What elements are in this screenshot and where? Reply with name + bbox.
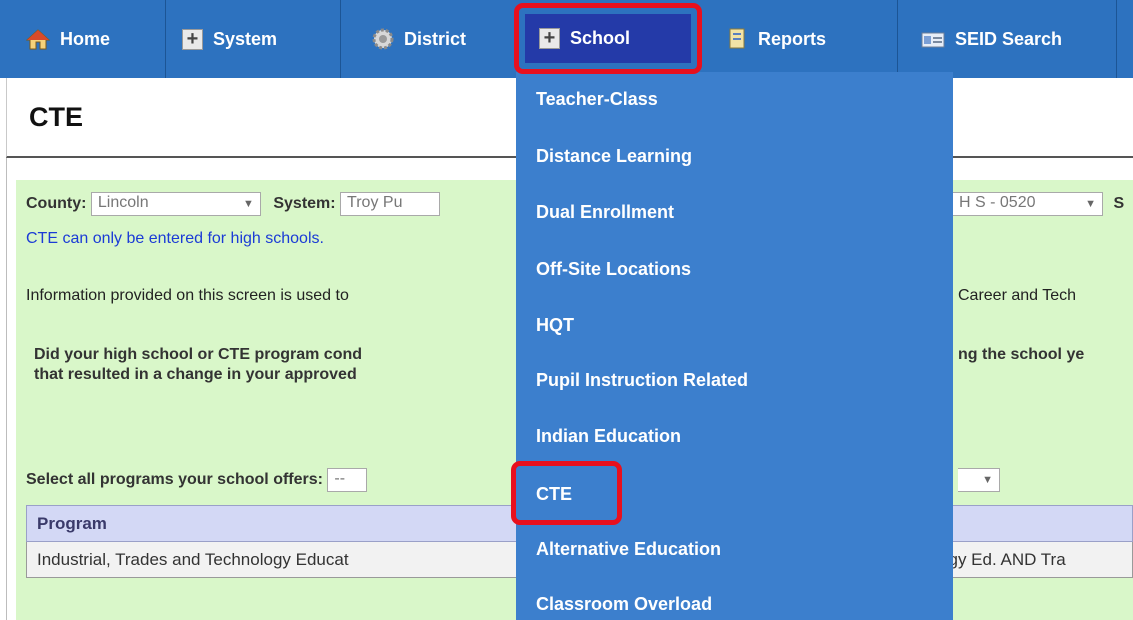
programs-select-tail[interactable]: ▼ [958, 468, 1000, 492]
nav-school-label: School [570, 28, 631, 48]
info-text-right: Career and Tech [958, 287, 1076, 304]
menu-item-pupil-instruction-related[interactable]: Pupil Instruction Related [536, 370, 748, 391]
trailing-label: S [1113, 195, 1125, 213]
home-icon [26, 28, 50, 50]
nav-home[interactable]: Home [26, 0, 110, 78]
county-value: Lincoln [97, 194, 149, 211]
menu-item-teacher-class[interactable]: Teacher-Class [536, 89, 658, 110]
system-value: Troy Pu [347, 194, 403, 211]
nav-school[interactable]: + School [525, 14, 691, 63]
programs-row: Select all programs your school offers: … [26, 468, 368, 492]
school-highlight-box: + School [514, 3, 702, 74]
programs-select-right[interactable]: ▼ [958, 468, 1000, 492]
question-text: Did your high school or CTE program cond [34, 346, 363, 363]
nav-system[interactable]: + System [182, 0, 277, 78]
page-title: CTE [29, 102, 83, 132]
menu-item-off-site-locations[interactable]: Off-Site Locations [536, 259, 691, 280]
left-border [6, 158, 7, 620]
school-select[interactable]: H S - 0520 ▼ [953, 192, 1103, 216]
document-icon [728, 28, 748, 50]
plus-box-icon: + [539, 28, 560, 49]
plus-box-icon: + [182, 28, 203, 50]
high-school-note: CTE can only be entered for high schools… [26, 230, 324, 247]
menu-item-alternative-education[interactable]: Alternative Education [536, 539, 721, 560]
menu-item-dual-enrollment[interactable]: Dual Enrollment [536, 202, 674, 223]
question-text-right: ng the school ye [958, 346, 1085, 363]
school-select-visible: H S - 0520 ▼ S [953, 192, 1124, 216]
nav-home-label: Home [60, 28, 111, 49]
cte-highlight-box [511, 461, 622, 525]
system-select[interactable]: Troy Pu [340, 192, 441, 216]
menu-item-hqt[interactable]: HQT [536, 315, 574, 336]
school-dropdown-menu: Teacher-Class Distance Learning Dual Enr… [516, 72, 953, 620]
programs-select[interactable]: -- [327, 468, 368, 492]
nav-divider [897, 0, 898, 78]
school-value: H S - 0520 [959, 194, 1036, 211]
nav-divider [340, 0, 341, 78]
chevron-down-icon: ▼ [1085, 198, 1096, 210]
chevron-down-icon: ▼ [982, 474, 993, 486]
nav-divider [165, 0, 166, 78]
nav-district[interactable]: District [372, 0, 466, 78]
program-cell-left: Industrial, Trades and Technology Educat [37, 549, 349, 569]
county-label: County: [26, 195, 87, 213]
question-text-line2: that resulted in a change in your approv… [34, 366, 357, 383]
menu-item-indian-education[interactable]: Indian Education [536, 426, 681, 447]
nav-district-label: District [404, 28, 467, 49]
info-text: Information provided on this screen is u… [26, 287, 349, 304]
county-select[interactable]: Lincoln ▼ [90, 192, 261, 216]
menu-item-classroom-overload[interactable]: Classroom Overload [536, 594, 712, 615]
chevron-down-icon: ▼ [243, 198, 254, 210]
nav-reports-label: Reports [758, 28, 827, 49]
nav-reports[interactable]: Reports [728, 0, 826, 78]
gear-icon [372, 28, 394, 50]
program-cell-right: gy Ed. AND Tra [948, 549, 1066, 569]
nav-divider [1116, 0, 1117, 78]
programs-select-label: Select all programs your school offers: [26, 471, 323, 489]
menu-item-distance-learning[interactable]: Distance Learning [536, 146, 692, 167]
nav-system-label: System [213, 28, 278, 49]
filters-row: County: Lincoln ▼ System: Troy Pu [26, 192, 441, 216]
nav-seid-search[interactable]: SEID Search [921, 0, 1062, 78]
nav-seid-search-label: SEID Search [955, 28, 1063, 49]
programs-select-value: -- [334, 470, 346, 487]
id-card-icon [921, 29, 945, 49]
system-label: System: [273, 195, 336, 213]
